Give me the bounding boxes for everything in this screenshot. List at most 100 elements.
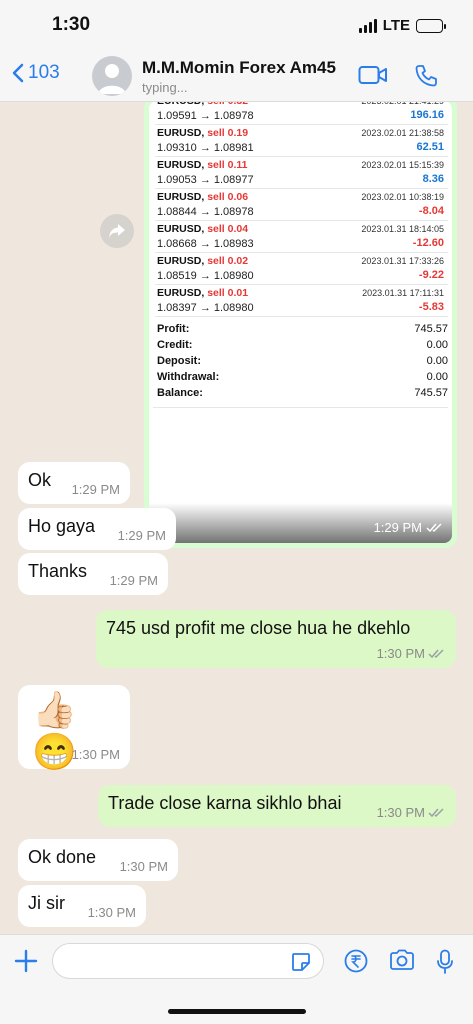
message-timestamp: 1:30 PM <box>120 859 168 874</box>
voice-message-button[interactable] <box>436 949 454 980</box>
trade-action: sell 0.11 <box>207 159 248 171</box>
message-timestamp: 1:30 PM <box>88 905 136 920</box>
trade-prices: 1.08844 → 1.08978 <box>157 206 254 218</box>
trade-row: EURUSD, sell 0.32 2023.02.01 21:41:29 1.09… <box>155 102 448 125</box>
incoming-message[interactable]: Ji sir 1:30 PM <box>18 885 146 927</box>
contact-name: M.M.Momin Forex Am45 <box>142 58 336 77</box>
home-indicator <box>168 1009 306 1014</box>
trade-symbol: EURUSD, sell 0.04 <box>157 223 248 235</box>
trade-datetime: 2023.02.01 21:41:29 <box>361 102 444 106</box>
unread-count: 103 <box>28 62 60 83</box>
message-text: Trade close karna sikhlo bhai <box>108 793 342 813</box>
trade-profit: 62.51 <box>416 141 444 153</box>
trade-symbol: EURUSD, sell 0.19 <box>157 127 248 139</box>
voice-call-button[interactable] <box>414 64 438 93</box>
chat-area[interactable]: EURUSD, sell 0.32 2023.02.01 21:41:29 1.09… <box>0 102 473 934</box>
account-summary: Profit: 745.57 Credit: 0.00 Deposit: 0.00 With… <box>149 317 452 403</box>
trade-prices: 1.09310 → 1.08981 <box>157 142 254 154</box>
image-time: 1:29 PM <box>373 520 422 535</box>
trade-action: sell 0.01 <box>207 287 249 299</box>
incoming-message[interactable]: Ok 1:29 PM <box>18 462 130 504</box>
message-time: 1:30 PM <box>71 747 120 762</box>
trade-prices: 1.09591 → 1.08978 <box>157 110 254 122</box>
message-time: 1:30 PM <box>119 859 168 874</box>
message-text: Ji sir <box>28 893 65 913</box>
status-time: 1:30 <box>52 14 91 35</box>
incoming-message[interactable]: Ok done 1:30 PM <box>18 839 178 881</box>
attach-button[interactable] <box>14 949 38 978</box>
trade-profit: -9.22 <box>418 269 444 281</box>
phone-icon <box>415 65 437 87</box>
image-message[interactable]: EURUSD, sell 0.32 2023.02.01 21:41:29 1.09… <box>144 102 457 548</box>
summary-value: 745.57 <box>414 323 448 335</box>
message-text: Ho gaya <box>28 516 96 536</box>
trade-action: sell 0.19 <box>207 127 249 139</box>
sticker-button[interactable] <box>291 952 311 977</box>
trade-profit: -5.83 <box>418 301 444 313</box>
message-text: Ok done <box>28 847 97 867</box>
trade-profit: 196.16 <box>410 109 444 121</box>
chat-header: 103 M.M.Momin Forex Am45 typing... <box>0 52 473 102</box>
trade-symbol: EURUSD, sell 0.06 <box>157 191 248 203</box>
message-input[interactable] <box>52 943 324 979</box>
trade-datetime: 2023.01.31 17:11:31 <box>362 288 444 298</box>
video-call-button[interactable] <box>358 64 388 91</box>
message-text: 745 usd profit me close hua he dkehlo <box>106 618 411 638</box>
outgoing-message[interactable]: 745 usd profit me close hua he dkehlo 1:3… <box>96 610 456 668</box>
message-time: 1:30 PM <box>87 905 136 920</box>
incoming-message[interactable]: Ho gaya 1:29 PM <box>18 508 176 550</box>
message-timestamp: 1:29 PM <box>72 482 120 497</box>
message-time: 1:29 PM <box>71 482 120 497</box>
camera-button[interactable] <box>389 949 415 976</box>
trade-symbol: EURUSD, sell 0.32 <box>157 102 248 107</box>
camera-icon <box>390 949 414 970</box>
trade-row: EURUSD, sell 0.01 2023.01.31 17:11:31 1.08… <box>155 285 448 317</box>
summary-row: Profit: 745.57 <box>157 323 448 339</box>
message-time: 1:29 PM <box>117 528 166 543</box>
chevron-left-icon <box>12 63 24 83</box>
trade-list: EURUSD, sell 0.32 2023.02.01 21:41:29 1.09… <box>149 102 452 317</box>
trade-row: EURUSD, sell 0.19 2023.02.01 21:38:58 1.09… <box>155 125 448 157</box>
summary-label: Profit: <box>157 323 190 335</box>
summary-row: Credit: 0.00 <box>157 339 448 355</box>
back-button[interactable]: 103 <box>12 62 60 84</box>
symbol-text: EURUSD, <box>157 127 205 139</box>
payment-button[interactable] <box>344 949 368 978</box>
outgoing-message[interactable]: Trade close karna sikhlo bhai 1:30 PM <box>98 785 456 827</box>
trade-row: EURUSD, sell 0.02 2023.01.31 17:33:26 1.08… <box>155 253 448 285</box>
message-timestamp: 1:30 PM <box>377 646 446 661</box>
forward-button[interactable] <box>100 214 134 248</box>
trade-symbol: EURUSD, sell 0.11 <box>157 159 247 171</box>
trade-datetime: 2023.02.01 21:38:58 <box>361 128 444 138</box>
message-timestamp: 1:30 PM <box>72 747 120 762</box>
message-time: 1:29 PM <box>109 573 158 588</box>
trade-statement-image[interactable]: EURUSD, sell 0.32 2023.02.01 21:41:29 1.09… <box>149 102 452 543</box>
incoming-message[interactable]: 👍🏻 😁 1:30 PM <box>18 685 130 772</box>
trade-prices: 1.08668 → 1.08983 <box>157 238 254 250</box>
contact-info[interactable]: M.M.Momin Forex Am45 typing... <box>142 58 336 95</box>
symbol-text: EURUSD, <box>157 159 205 171</box>
summary-value: 0.00 <box>426 355 448 367</box>
network-label: LTE <box>382 17 410 34</box>
trade-profit: 8.36 <box>422 173 444 185</box>
trade-symbol: EURUSD, sell 0.02 <box>157 255 248 267</box>
read-receipt-icon <box>428 807 444 817</box>
trade-datetime: 2023.01.31 18:14:05 <box>361 224 444 234</box>
message-timestamp: 1:30 PM <box>377 805 446 820</box>
microphone-icon <box>437 949 453 974</box>
trade-datetime: 2023.02.01 15:15:39 <box>361 160 444 170</box>
trade-prices: 1.09053 → 1.08977 <box>157 174 254 186</box>
contact-status: typing... <box>142 80 188 95</box>
plus-icon <box>14 949 38 973</box>
message-time: 1:30 PM <box>376 805 425 820</box>
summary-value: 745.57 <box>414 387 448 399</box>
input-bar <box>0 934 473 1024</box>
image-timestamp: 1:29 PM <box>374 520 444 535</box>
incoming-message[interactable]: Thanks 1:29 PM <box>18 553 168 595</box>
message-timestamp: 1:29 PM <box>110 573 158 588</box>
summary-row: Balance: 745.57 <box>157 387 448 403</box>
read-receipt-icon <box>428 648 444 658</box>
trade-symbol: EURUSD, sell 0.01 <box>157 287 248 299</box>
avatar[interactable] <box>92 56 132 96</box>
read-receipt-icon <box>426 522 442 532</box>
